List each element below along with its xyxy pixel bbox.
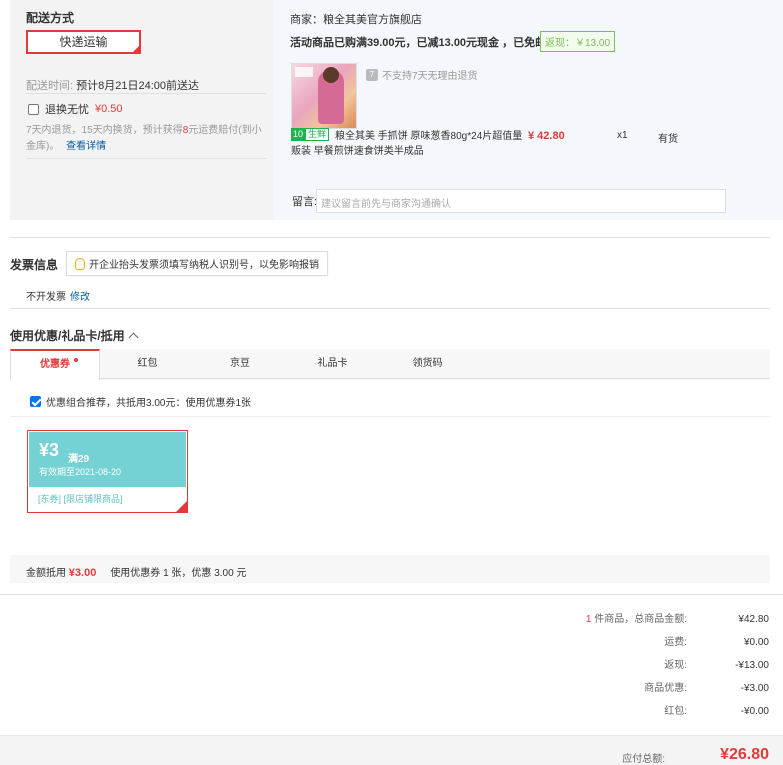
total-row-value: -¥3.00 [740,683,769,694]
memo-label: 留言: [292,196,318,208]
total-row-label: 返现: [664,660,687,671]
coupon-expiry: 有效期至2021-08-20 [39,467,122,477]
tab-giftcard-label: 礼品卡 [317,358,348,369]
discount-tabs: 优惠券 红包 京豆 礼品卡 领货码 [10,349,770,380]
shipping-time-label: 配送时间: [26,80,74,92]
insurance-row[interactable]: 退换无忧 ¥0.50 [28,101,123,117]
combo-text: 优惠组合推荐，共抵用3.00元：使用优惠券1张 [46,398,252,409]
coupon-card[interactable]: ¥3 满29 有效期至2021-08-20 [东券] [限店铺限商品] [27,430,188,513]
fresh-badge-label: 生鲜 [305,128,330,141]
invoice-status-text: 不开发票 [26,292,66,303]
coupon-header: ¥3 满29 有效期至2021-08-20 [29,432,186,487]
invoice-title: 发票信息 [10,258,59,272]
fresh-badge: 10 生鲜 [291,128,330,141]
total-row: 商品优惠: -¥3.00 [369,682,769,705]
tab-giftcard[interactable]: 礼品卡 [285,349,380,379]
summary-detail: 使用优惠券 1 张，优惠 3.00 元 [110,568,247,579]
shipping-time-value: 预计8月21日24:00前送达 [76,80,200,92]
summary-amount: ¥3.00 [68,567,97,579]
coupon-tag: [东券] [限店铺限商品] [38,494,123,504]
no-return-icon: 7 [366,68,378,81]
shipping-method-label: 快递运输 [59,35,108,49]
fresh-badge-icon: 10 [291,128,306,141]
promo-text: 活动商品已购满39.00元，已减13.00元现金 ，已免邮 [290,37,547,49]
merchant-name: 商家：粮全其美官方旗舰店 [290,14,422,26]
combo-recommend-row[interactable]: 优惠组合推荐，共抵用3.00元：使用优惠券1张 [30,394,251,409]
invoice-tip-text: 开企业抬头发票须填写纳税人识别号，以免影响报销 [89,260,319,271]
insurance-note: 7天内退货，15天内换货，预计获得8元运费赔付(到小金库)。 查看详情 [26,123,266,155]
divider [10,308,770,309]
memo-input[interactable]: 建议留言前先与商家沟通确认 [316,189,726,213]
total-row-value: -¥0.00 [740,706,769,717]
summary-label-text: 金额抵用 [26,568,66,579]
tab-jingdou[interactable]: 京豆 [195,349,285,379]
product-image[interactable] [291,63,357,129]
product-image-tag [295,67,313,77]
total-row: 运费: ¥0.00 [369,636,769,659]
product-quantity: x1 [617,130,628,141]
discount-title-text: 使用优惠/礼品卡/抵用 [10,329,125,343]
divider [26,158,266,159]
total-row-label: 运费: [664,637,687,648]
lightbulb-icon [75,257,85,270]
no-return-notice: 7 不支持7天无理由退货 [366,67,478,82]
invoice-status: 不开发票 修改 [26,288,90,303]
tab-pickup-code-label: 领货码 [412,358,443,369]
shipping-title: 配送方式 [26,11,75,25]
product-stock: 有货 [658,134,678,145]
total-row-value: ¥0.00 [743,637,769,648]
insurance-label: 退换无忧 [45,104,89,116]
selected-check-icon [176,501,187,512]
no-return-text: 不支持7天无理由退货 [382,71,478,82]
selected-corner-icon [131,44,141,54]
summary-label: 金额抵用 ¥3.00 [26,564,96,579]
invoice-modify-link[interactable]: 修改 [70,292,90,303]
total-goods-label: 1 件商品，总商品金额: [387,613,687,636]
combo-checkbox[interactable] [30,396,41,407]
cashback-badge: 返现：￥13.00 [540,31,616,52]
shipping-method-button[interactable]: 快递运输 [26,30,141,54]
total-row: 红包: -¥0.00 [369,705,769,728]
insurance-detail-link[interactable]: 查看详情 [66,141,106,152]
product-image-head [323,67,339,83]
grand-total-value: ¥26.80 [720,746,769,763]
tab-pickup-code[interactable]: 领货码 [380,349,475,379]
divider [10,237,770,238]
total-row: 返现: -¥13.00 [369,659,769,682]
insurance-note-text: 7天内退货，15天内换货，预计获得 [26,125,183,136]
totals-block: 1 件商品，总商品金额: ¥42.80 运费: ¥0.00 返现: -¥13.0… [369,613,769,728]
invoice-tip: 开企业抬头发票须填写纳税人识别号，以免影响报销 [66,251,328,276]
coupon-min: 满29 [68,454,90,465]
insurance-price: ¥0.50 [95,103,123,115]
total-goods-value: ¥42.80 [738,614,769,625]
tab-jingdou-label: 京豆 [230,358,250,369]
tab-redpacket[interactable]: 红包 [100,349,195,379]
shipping-time: 配送时间: 预计8月21日24:00前送达 [26,77,199,93]
item-count-suffix: 件商品，总商品金额: [591,614,687,625]
divider [10,416,770,417]
tab-redpacket-label: 红包 [137,358,158,369]
new-dot-icon [74,358,78,362]
discount-title[interactable]: 使用优惠/礼品卡/抵用 [10,327,139,344]
tab-coupon[interactable]: 优惠券 [10,349,100,380]
coupon-amount: ¥3 [39,440,60,460]
tab-coupon-label: 优惠券 [40,359,70,370]
total-goods-row: 1 件商品，总商品金额: ¥42.80 [369,613,769,636]
insurance-checkbox[interactable] [28,103,39,115]
grand-total-bar [0,735,783,765]
divider [0,594,783,595]
discount-summary: 金额抵用 ¥3.00 使用优惠券 1 张，优惠 3.00 元 [26,564,246,579]
grand-total-label: 应付总额: [622,754,665,765]
total-row-label: 红包: [664,706,687,717]
chevron-up-icon[interactable] [128,332,139,343]
total-row-value: -¥13.00 [735,660,769,671]
total-row-label: 商品优惠: [644,683,687,694]
product-price: ¥ 42.80 [528,130,565,142]
divider [26,93,266,94]
